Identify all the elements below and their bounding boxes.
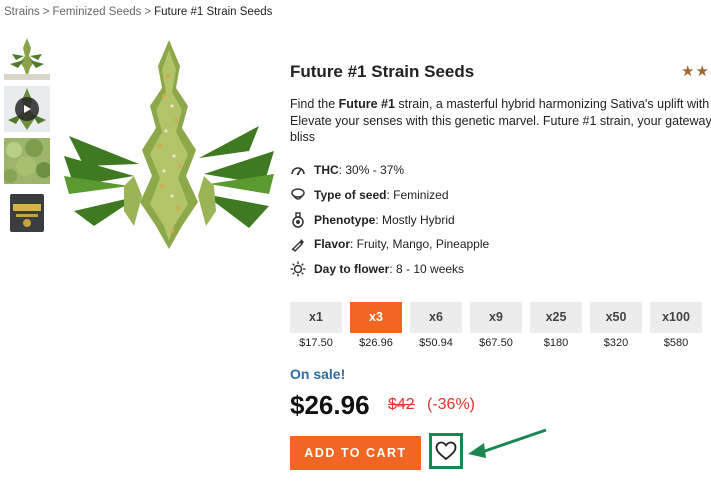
play-icon[interactable] [15,97,39,121]
pack-option-x3[interactable]: x3 $26.96 [350,302,402,349]
spec-label: Day to flower [314,262,390,276]
spec-label: Type of seed [314,188,387,202]
pack-button[interactable]: x50 [590,302,642,333]
spec-label: Phenotype [314,213,376,227]
gauge-icon [290,162,306,178]
rating-stars[interactable]: ★★ [681,62,710,80]
on-sale-label: On sale! [290,366,346,382]
spec-label: THC [314,163,339,177]
thumbnail-seed-pack[interactable] [4,190,50,236]
spec-type-of-seed: Type of seed: Feminized [290,187,449,203]
spec-flavor: Flavor: Fruity, Mango, Pineapple [290,236,489,252]
sun-icon [290,261,306,277]
current-price: $26.96 [290,390,370,420]
flask-icon [290,212,306,228]
description-text: strain, a masterful hybrid harmonizing S… [394,97,711,111]
pack-option-x6[interactable]: x6 $50.94 [410,302,462,349]
pack-option-x1[interactable]: x1 $17.50 [290,302,342,349]
description-line-1: Find the Future #1 strain, a masterful h… [290,96,711,113]
spec-value: : Feminized [386,188,449,202]
breadcrumb-current: Future #1 Strain Seeds [154,6,273,18]
pack-price: $180 [543,337,569,349]
discount-percent: (-36%) [427,396,476,413]
pack-button[interactable]: x100 [650,302,702,333]
thumbnail-plant[interactable] [4,34,50,80]
pack-price: $26.96 [359,337,393,349]
spec-phenotype: Phenotype: Mostly Hybrid [290,212,455,228]
thumbnail-field[interactable] [4,138,50,184]
spec-thc: THC: 30% - 37% [290,162,404,178]
description-strain-name: Future #1 [338,97,395,111]
breadcrumb-link-strains[interactable]: Strains [4,6,40,18]
pack-button[interactable]: x1 [290,302,342,333]
description-line-2: Elevate your senses with this genetic ma… [290,113,711,128]
spec-value: : 8 - 10 weeks [389,262,465,276]
pack-price: $50.94 [419,337,453,349]
pack-price: $67.50 [479,337,513,349]
wishlist-button[interactable] [429,433,463,469]
breadcrumb-link-feminized-seeds[interactable]: Feminized Seeds [53,6,142,18]
heart-icon[interactable] [435,441,457,461]
product-description: Find the Future #1 strain, a masterful h… [290,96,711,146]
spec-day-to-flower: Day to flower: 8 - 10 weeks [290,261,464,277]
dropper-icon [290,236,306,252]
description-text: Find the [290,97,339,111]
original-price: $42 [388,396,415,413]
spec-value: : Fruity, Mango, Pineapple [350,237,490,251]
pack-price: $17.50 [299,337,333,349]
pack-button[interactable]: x6 [410,302,462,333]
add-to-cart-button[interactable]: ADD TO CART [290,436,421,470]
pack-price: $320 [603,337,629,349]
pack-button[interactable]: x25 [530,302,582,333]
pack-price: $580 [663,337,689,349]
breadcrumb: Strains > Feminized Seeds > Future #1 Strain… [4,6,272,18]
pack-option-x50[interactable]: x50 $320 [590,302,642,349]
breadcrumb-separator: > [144,6,152,18]
spec-label: Flavor [314,237,351,251]
spec-value: : Mostly Hybrid [375,213,455,227]
breadcrumb-separator: > [42,6,50,18]
product-title: Future #1 Strain Seeds [290,62,475,81]
main-product-image[interactable] [64,36,274,249]
pack-option-x100[interactable]: x100 $580 [650,302,702,349]
thumbnail-video[interactable] [4,86,50,132]
seed-icon [290,187,306,203]
description-line-3: bliss [290,130,316,144]
pack-button-selected[interactable]: x3 [350,302,402,333]
spec-value: : 30% - 37% [338,163,405,177]
annotation-arrow-icon [466,426,548,465]
pack-option-x25[interactable]: x25 $180 [530,302,582,349]
pack-button[interactable]: x9 [470,302,522,333]
pack-option-x9[interactable]: x9 $67.50 [470,302,522,349]
